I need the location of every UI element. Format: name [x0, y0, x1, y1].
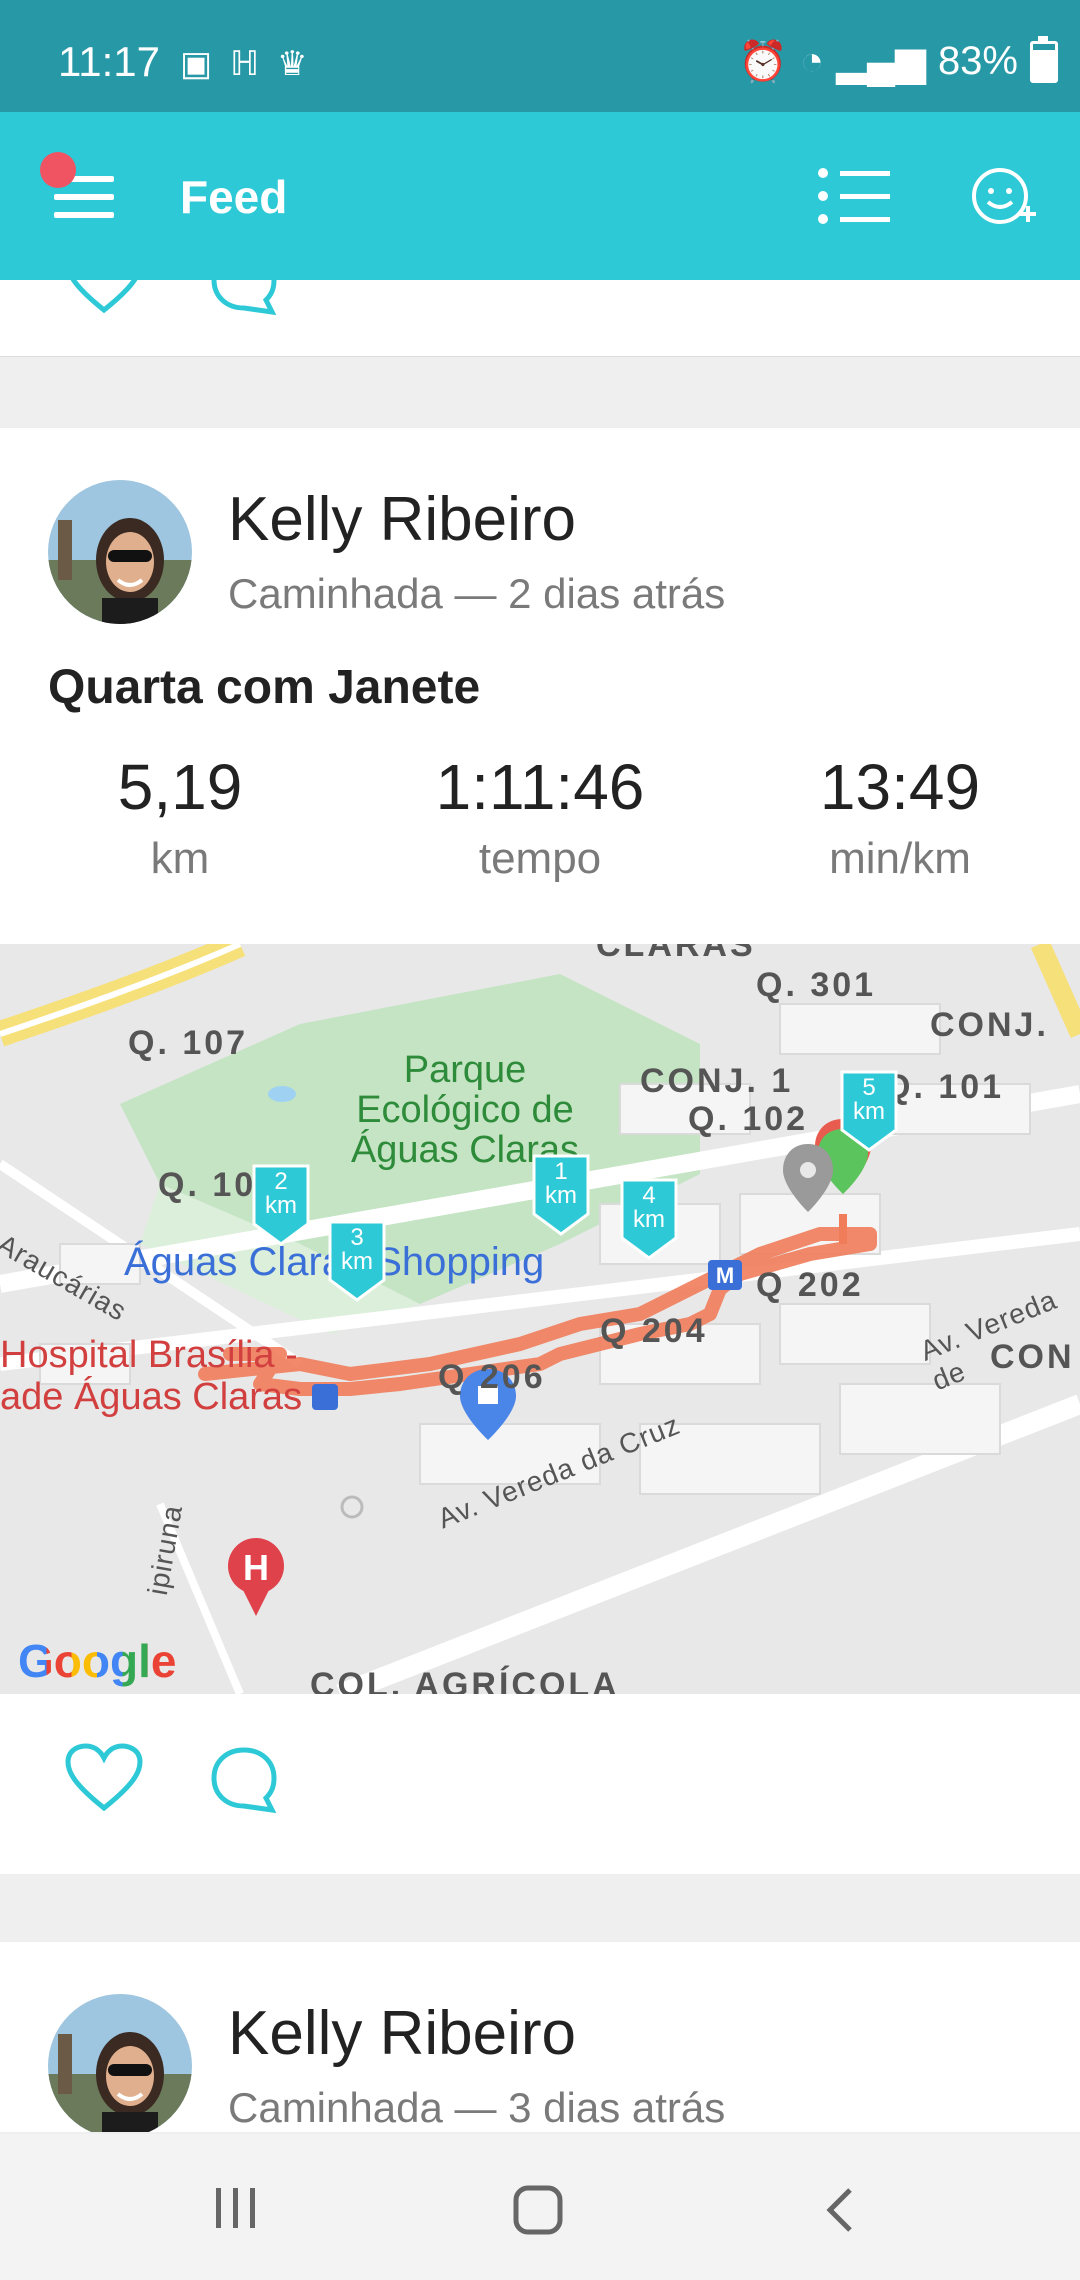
status-time: 11:17: [58, 38, 160, 85]
route-map[interactable]: H M CLARAS Q. 301 CONJ. Q. 107 CONJ. 1 Q…: [0, 944, 1080, 1694]
home-icon[interactable]: [512, 2184, 564, 2236]
svg-text:H: H: [243, 1547, 269, 1588]
system-icons: ⏰ ◔ ▂▄▆ 83%: [738, 35, 1058, 85]
alarm-icon: ⏰: [738, 40, 788, 84]
like-heart-icon[interactable]: [64, 280, 144, 316]
stat-pace: 13:49 min/km: [720, 750, 1080, 884]
post-actions: [0, 1694, 1080, 1874]
recent-apps-icon[interactable]: [212, 2186, 260, 2230]
like-heart-icon[interactable]: [64, 1742, 144, 1814]
stat-unit: km: [150, 834, 210, 883]
stat-value: 5,19: [117, 751, 243, 823]
activity-card[interactable]: Kelly Ribeiro Caminhada — 3 dias atrás: [0, 1942, 1080, 2132]
hospital-label: Hospital Brasília - ade Águas Claras: [0, 1334, 303, 1418]
back-icon[interactable]: [822, 2186, 858, 2234]
stat-value: 1:11:46: [435, 751, 645, 823]
map-label: Q 202: [756, 1266, 864, 1304]
activity-subtitle: Caminhada — 2 dias atrás: [228, 570, 726, 617]
notification-icons: ▣ ℍ ♛: [180, 44, 308, 84]
stat-unit: min/km: [829, 834, 971, 883]
map-label: CLARAS: [596, 944, 756, 964]
system-nav-bar: [0, 2134, 1080, 2280]
map-label: Q. 301: [756, 966, 877, 1004]
app-bar: Feed: [0, 112, 1080, 280]
map-label: Q. 101: [884, 1068, 1005, 1106]
teams-icon: ▣: [180, 45, 213, 83]
map-label: CONJ.: [930, 1006, 1049, 1044]
user-name[interactable]: Kelly Ribeiro: [228, 1998, 576, 2069]
map-label: Q. 102: [688, 1100, 809, 1138]
map-label: CON: [990, 1338, 1075, 1376]
activity-subtitle: Caminhada — 3 dias atrás: [228, 2084, 726, 2131]
comment-icon[interactable]: [208, 280, 280, 318]
wifi-icon: ◔: [799, 39, 825, 83]
signal-icon: ▂▄▆: [836, 39, 926, 84]
stat-value: 13:49: [819, 751, 981, 823]
battery-percent: 83%: [937, 39, 1018, 83]
crown-icon: ♛: [277, 45, 308, 83]
avatar[interactable]: [48, 1994, 192, 2132]
previous-post-actions: [0, 280, 1080, 357]
stat-unit: tempo: [478, 834, 602, 883]
notification-dot: [40, 152, 76, 188]
post-title: Quarta com Janete: [48, 661, 481, 714]
map-label: Q. 107: [128, 1024, 249, 1062]
page-title: Feed: [180, 171, 288, 223]
status-bar: 11:17 ▣ ℍ ♛ ⏰ ◔ ▂▄▆ 83%: [0, 0, 1080, 112]
activity-card[interactable]: Kelly Ribeiro Caminhada — 2 dias atrás Q…: [0, 428, 1080, 1874]
list-view-icon[interactable]: [818, 168, 890, 224]
google-logo: Google: [18, 1635, 177, 1687]
map-label: CONJ. 1: [640, 1062, 794, 1100]
battery-icon: [1030, 35, 1058, 83]
comment-icon[interactable]: [208, 1744, 280, 1816]
svg-text:M: M: [716, 1263, 734, 1288]
hp-icon: ℍ: [230, 45, 260, 83]
user-name[interactable]: Kelly Ribeiro: [228, 484, 576, 555]
map-label: Q 206: [438, 1358, 546, 1396]
avatar[interactable]: [48, 480, 192, 624]
add-friend-icon[interactable]: [970, 164, 1042, 228]
stat-time: 1:11:46 tempo: [360, 750, 720, 884]
map-label: COL. AGRÍCOLA: [310, 1666, 620, 1694]
stat-distance: 5,19 km: [0, 750, 360, 884]
map-label: Q 204: [600, 1312, 708, 1350]
